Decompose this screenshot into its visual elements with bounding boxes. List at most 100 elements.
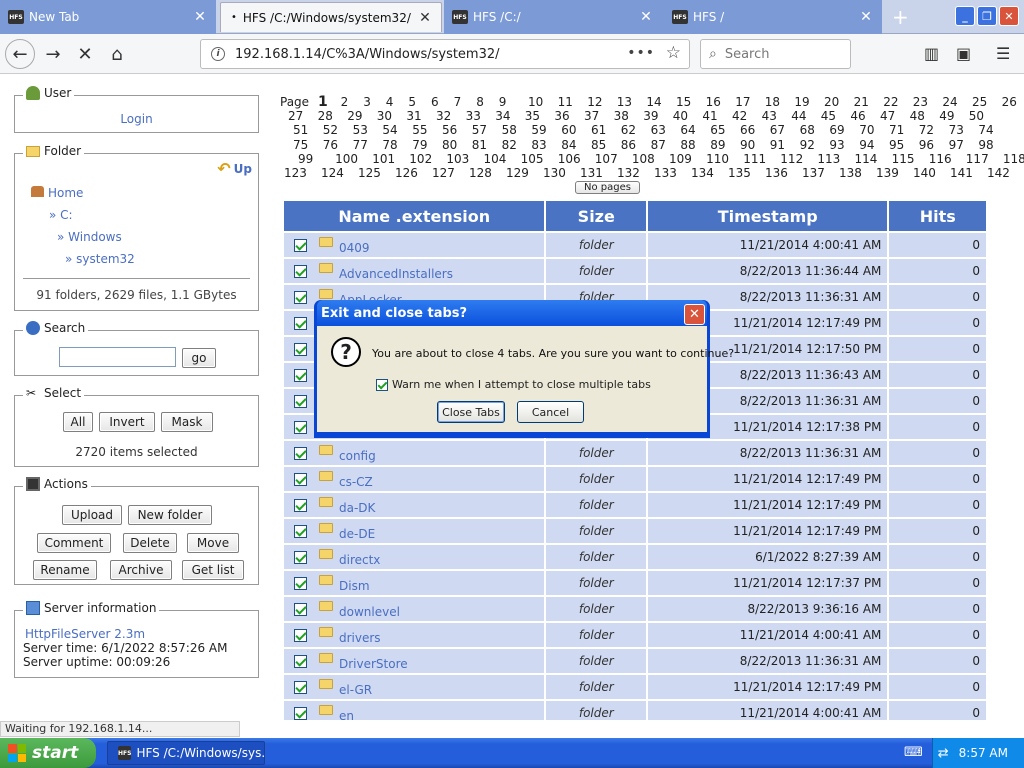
page-link[interactable]: 47 bbox=[880, 109, 895, 123]
page-link[interactable]: 43 bbox=[762, 109, 777, 123]
network-icon[interactable]: ⇄ bbox=[938, 746, 949, 761]
mask-button[interactable]: Mask bbox=[161, 412, 213, 432]
page-link[interactable]: 53 bbox=[353, 123, 368, 137]
file-name-link[interactable]: Dism bbox=[339, 579, 370, 593]
row-checkbox-icon[interactable] bbox=[294, 290, 307, 304]
row-checkbox-icon[interactable] bbox=[294, 342, 307, 356]
cancel-button[interactable]: Cancel bbox=[517, 401, 584, 423]
archive-button[interactable]: Archive bbox=[110, 560, 172, 580]
page-link[interactable]: 124 bbox=[321, 166, 344, 180]
page-link[interactable]: 54 bbox=[382, 123, 397, 137]
table-row[interactable]: el-GR folder 11/21/2014 12:17:49 PM 0 bbox=[284, 675, 986, 699]
page-link[interactable]: 13 bbox=[617, 95, 632, 109]
tab-new-tab[interactable]: HFS New Tab ✕ bbox=[0, 2, 216, 32]
file-name-link[interactable]: config bbox=[339, 449, 376, 463]
page-link[interactable]: 63 bbox=[651, 123, 666, 137]
page-link[interactable]: 71 bbox=[889, 123, 904, 137]
page-link[interactable]: 12 bbox=[587, 95, 602, 109]
page-link[interactable]: 10 bbox=[528, 95, 543, 109]
row-checkbox-icon[interactable] bbox=[294, 654, 307, 668]
page-link[interactable]: 5 bbox=[408, 95, 416, 109]
page-link[interactable]: 116 bbox=[929, 152, 952, 166]
tab-close-icon[interactable]: ✕ bbox=[417, 10, 433, 26]
file-name-link[interactable]: DriverStore bbox=[339, 657, 408, 671]
page-link[interactable]: 142 bbox=[987, 166, 1010, 180]
dialog-close-icon[interactable]: ✕ bbox=[684, 304, 705, 325]
keyboard-icon[interactable]: ⌨ bbox=[904, 745, 923, 760]
bookmark-star-icon[interactable]: ☆ bbox=[666, 43, 681, 63]
page-link[interactable]: 84 bbox=[561, 138, 576, 152]
table-row[interactable]: AdvancedInstallers folder 8/22/2013 11:36:… bbox=[284, 259, 986, 283]
page-link[interactable]: 117 bbox=[966, 152, 989, 166]
page-link[interactable]: 96 bbox=[919, 138, 934, 152]
size-column-header[interactable]: Size bbox=[546, 201, 647, 231]
page-link[interactable]: 34 bbox=[495, 109, 510, 123]
table-row[interactable]: DriverStore folder 8/22/2013 11:36:31 AM 0 bbox=[284, 649, 986, 673]
server-version-link[interactable]: HttpFileServer 2.3m bbox=[25, 627, 145, 641]
tab-system32[interactable]: • HFS /C:/Windows/system32/ ✕ bbox=[220, 2, 442, 32]
select-all-button[interactable]: All bbox=[63, 412, 93, 432]
page-link[interactable]: 105 bbox=[521, 152, 544, 166]
page-link[interactable]: 52 bbox=[323, 123, 338, 137]
page-link[interactable]: 127 bbox=[432, 166, 455, 180]
name-column-header[interactable]: Name .extension bbox=[284, 201, 545, 231]
page-link[interactable]: 75 bbox=[293, 138, 308, 152]
upload-button[interactable]: Upload bbox=[62, 505, 122, 525]
page-link[interactable]: 22 bbox=[883, 95, 898, 109]
page-link[interactable]: 6 bbox=[431, 95, 439, 109]
page-link[interactable]: 87 bbox=[651, 138, 666, 152]
page-link[interactable]: 139 bbox=[876, 166, 899, 180]
page-link[interactable]: 29 bbox=[347, 109, 362, 123]
page-link[interactable]: 55 bbox=[412, 123, 427, 137]
row-checkbox-icon[interactable] bbox=[294, 420, 307, 434]
start-button[interactable]: start bbox=[0, 738, 96, 768]
row-checkbox-icon[interactable] bbox=[294, 550, 307, 564]
page-link[interactable]: 7 bbox=[454, 95, 462, 109]
back-arrow-icon[interactable]: ← bbox=[5, 39, 35, 69]
page-link[interactable]: 31 bbox=[406, 109, 421, 123]
row-checkbox-icon[interactable] bbox=[294, 524, 307, 538]
page-link[interactable]: 118 bbox=[1003, 152, 1024, 166]
page-link[interactable]: 82 bbox=[502, 138, 517, 152]
page-link[interactable]: 79 bbox=[412, 138, 427, 152]
row-checkbox-icon[interactable] bbox=[294, 238, 307, 252]
page-link[interactable]: 107 bbox=[595, 152, 618, 166]
new-tab-plus-icon[interactable]: + bbox=[884, 2, 914, 32]
invert-button[interactable]: Invert bbox=[99, 412, 155, 432]
page-link[interactable]: 104 bbox=[484, 152, 507, 166]
row-checkbox-icon[interactable] bbox=[294, 706, 307, 720]
file-name-link[interactable]: directx bbox=[339, 553, 380, 567]
page-link[interactable]: 39 bbox=[643, 109, 658, 123]
page-link[interactable]: 91 bbox=[770, 138, 785, 152]
page-link[interactable]: 72 bbox=[919, 123, 934, 137]
breadcrumb-home[interactable]: Home bbox=[31, 186, 83, 200]
page-link[interactable]: 114 bbox=[855, 152, 878, 166]
page-link[interactable]: 102 bbox=[409, 152, 432, 166]
page-link[interactable]: 49 bbox=[939, 109, 954, 123]
page-link[interactable]: 126 bbox=[395, 166, 418, 180]
file-name-link[interactable]: cs-CZ bbox=[339, 475, 373, 489]
page-link[interactable]: 9 bbox=[499, 95, 507, 109]
table-row[interactable]: downlevel folder 8/22/2013 9:36:16 AM 0 bbox=[284, 597, 986, 621]
up-button[interactable]: ↶ Up bbox=[217, 159, 252, 178]
tab-close-icon[interactable]: ✕ bbox=[858, 9, 874, 25]
row-checkbox-icon[interactable] bbox=[294, 446, 307, 460]
page-link[interactable]: 123 bbox=[284, 166, 307, 180]
row-checkbox-icon[interactable] bbox=[294, 628, 307, 642]
page-link[interactable]: 23 bbox=[913, 95, 928, 109]
table-row[interactable]: directx folder 6/1/2022 8:27:39 AM 0 bbox=[284, 545, 986, 569]
page-link[interactable]: 101 bbox=[372, 152, 395, 166]
page-link[interactable]: 74 bbox=[978, 123, 993, 137]
page-link[interactable]: 129 bbox=[506, 166, 529, 180]
page-link[interactable]: 128 bbox=[469, 166, 492, 180]
stop-icon[interactable]: ✕ bbox=[70, 39, 100, 69]
page-link[interactable]: 90 bbox=[740, 138, 755, 152]
new-folder-button[interactable]: New folder bbox=[128, 505, 212, 525]
page-link[interactable]: 140 bbox=[913, 166, 936, 180]
tab-c-drive[interactable]: HFS HFS /C:/ ✕ bbox=[444, 2, 662, 32]
page-link[interactable]: 130 bbox=[543, 166, 566, 180]
table-row[interactable]: 0409 folder 11/21/2014 4:00:41 AM 0 bbox=[284, 233, 986, 257]
table-row[interactable]: cs-CZ folder 11/21/2014 12:17:49 PM 0 bbox=[284, 467, 986, 491]
page-link[interactable]: 16 bbox=[706, 95, 721, 109]
page-link[interactable]: 135 bbox=[728, 166, 751, 180]
